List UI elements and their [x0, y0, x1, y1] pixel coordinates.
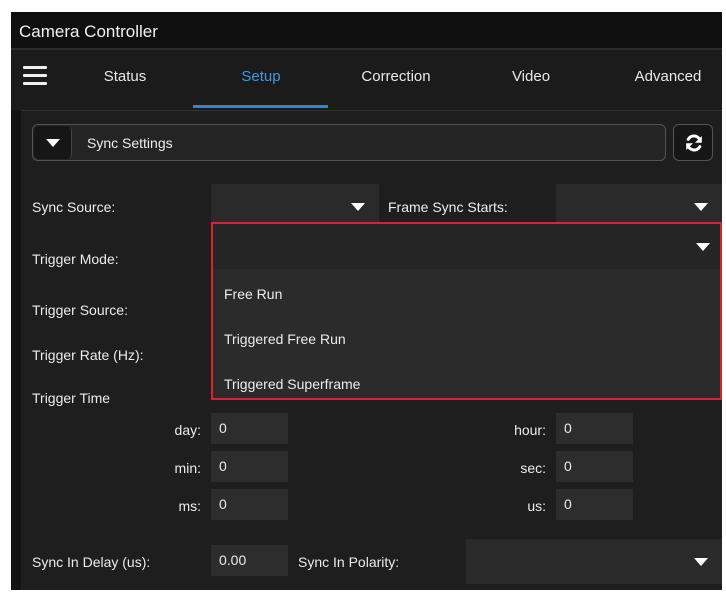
trigger-time-label: Trigger Time [32, 390, 111, 406]
chevron-down-icon [694, 202, 708, 211]
sync-in-delay-label: Sync In Delay (us): [32, 554, 151, 570]
sec-input[interactable]: 0 [556, 451, 633, 482]
day-input[interactable]: 0 [211, 413, 288, 444]
divider [21, 110, 722, 111]
refresh-icon [686, 134, 702, 152]
tab-correction[interactable]: Correction [351, 68, 441, 85]
setup-panel: Sync Settings Sync Source: Frame Sync St… [21, 110, 722, 590]
hamburger-menu-icon[interactable] [23, 66, 47, 86]
tab-bar: Status Setup Correction Video Advanced [11, 50, 722, 110]
sync-settings-header: Sync Settings [32, 124, 666, 161]
us-label: us: [527, 498, 546, 514]
hour-label: hour: [514, 422, 546, 438]
collapse-button[interactable] [34, 126, 72, 159]
refresh-button[interactable] [673, 124, 713, 161]
title-bar: Camera Controller [11, 12, 722, 48]
sync-in-delay-input[interactable]: 0.00 [211, 545, 288, 576]
day-label: day: [174, 422, 201, 438]
sec-label: sec: [520, 460, 546, 476]
tab-setup[interactable]: Setup [231, 68, 291, 85]
min-label: min: [174, 460, 201, 476]
min-input[interactable]: 0 [211, 451, 288, 482]
trigger-mode-options: Free Run Triggered Free Run Triggered Su… [213, 269, 720, 398]
option-triggered-free-run[interactable]: Triggered Free Run [224, 331, 346, 347]
trigger-source-label: Trigger Source: [32, 302, 128, 318]
frame-sync-starts-label: Frame Sync Starts: [388, 199, 508, 215]
tab-status[interactable]: Status [99, 68, 151, 85]
chevron-down-icon [696, 243, 710, 251]
trigger-mode-select[interactable] [213, 224, 720, 269]
active-tab-indicator [193, 105, 328, 108]
camera-controller-window: Camera Controller Status Setup Correctio… [11, 12, 722, 590]
trigger-rate-label: Trigger Rate (Hz): [32, 347, 144, 363]
ms-input[interactable]: 0 [211, 489, 288, 520]
sync-source-label: Sync Source: [32, 199, 116, 215]
trigger-mode-label: Trigger Mode: [32, 251, 119, 267]
sync-in-polarity-select[interactable] [466, 539, 722, 584]
tab-advanced[interactable]: Advanced [625, 68, 711, 85]
chevron-down-icon [694, 557, 708, 566]
option-free-run[interactable]: Free Run [224, 286, 282, 302]
section-title: Sync Settings [87, 135, 173, 151]
tab-video[interactable]: Video [503, 68, 559, 85]
app-title: Camera Controller [19, 22, 158, 41]
option-triggered-superframe[interactable]: Triggered Superframe [224, 376, 360, 392]
ms-label: ms: [178, 498, 201, 514]
us-input[interactable]: 0 [556, 489, 633, 520]
trigger-mode-dropdown: Free Run Triggered Free Run Triggered Su… [211, 222, 722, 400]
hour-input[interactable]: 0 [556, 413, 633, 444]
triangle-down-icon [46, 139, 60, 147]
sync-in-polarity-label: Sync In Polarity: [298, 554, 400, 570]
chevron-down-icon [351, 202, 365, 211]
